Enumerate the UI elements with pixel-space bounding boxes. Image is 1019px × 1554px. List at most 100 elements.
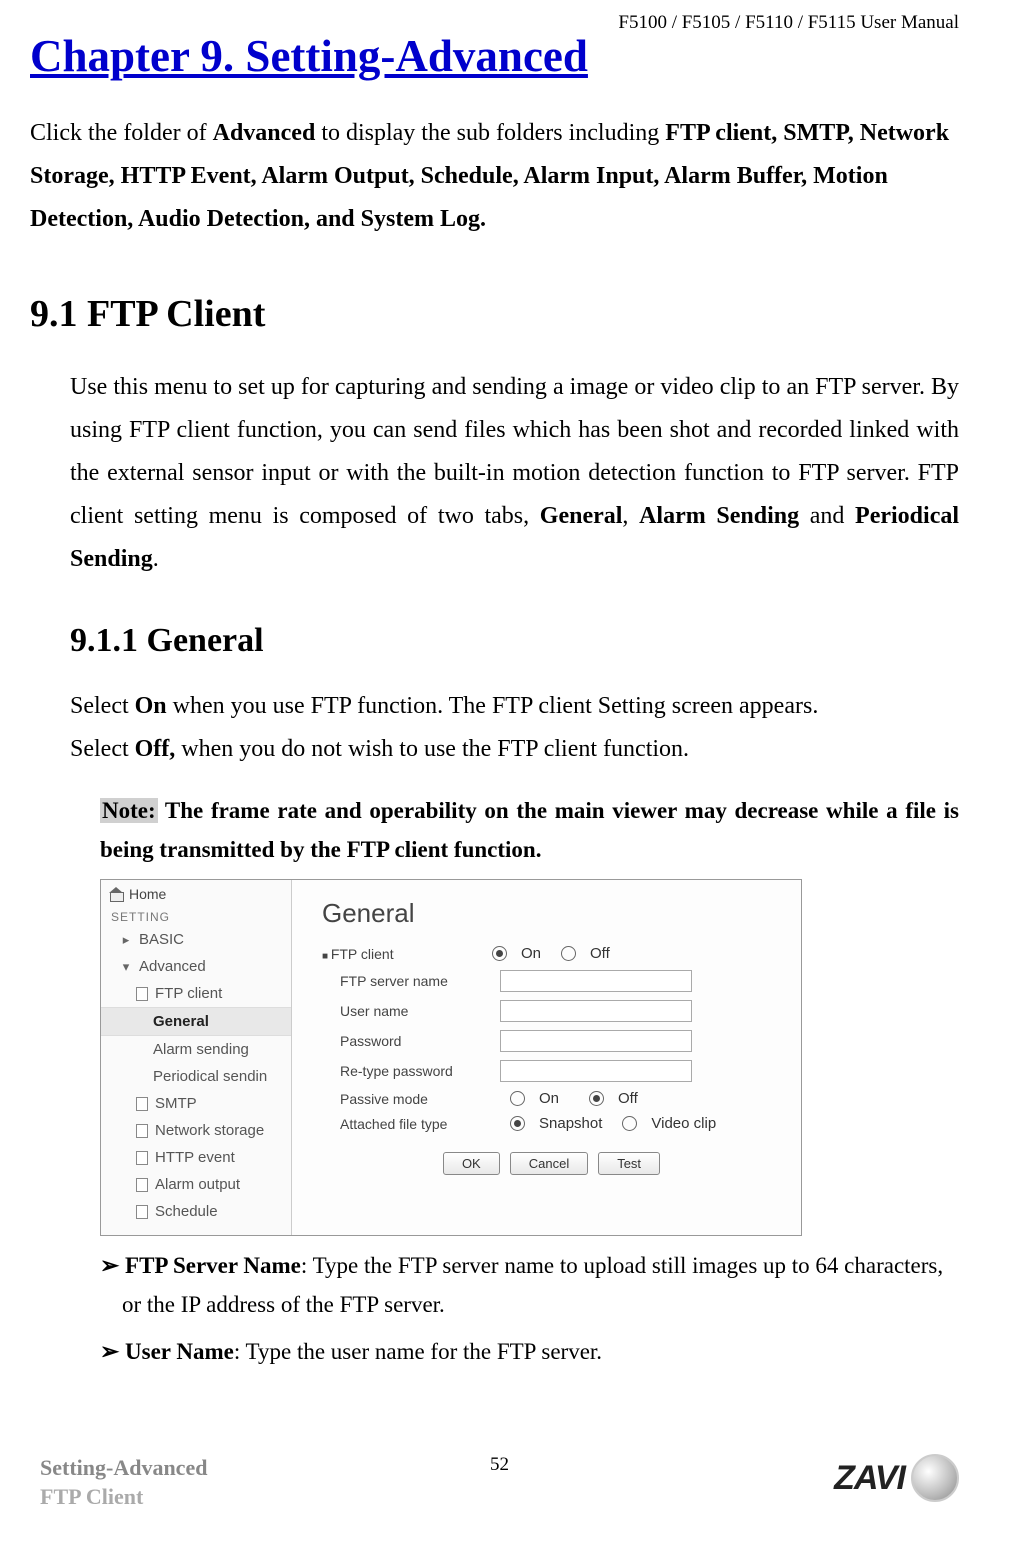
radio-snapshot[interactable]	[510, 1116, 525, 1131]
logo-text: ZAVI	[834, 1459, 905, 1498]
smtp-label: SMTP	[155, 1095, 197, 1112]
expand-icon: ▸	[119, 933, 133, 947]
intro-bold-advanced: Advanced	[213, 120, 316, 146]
radio-passive-off[interactable]	[589, 1091, 604, 1106]
http-event-label: HTTP event	[155, 1149, 235, 1166]
radio-video-clip[interactable]	[622, 1116, 637, 1131]
page-icon	[135, 1178, 149, 1192]
bullet1-label: FTP Server Name	[125, 1253, 301, 1278]
alarm-sending-label: Alarm sending	[153, 1041, 249, 1058]
passive-mode-label: Passive mode	[322, 1091, 490, 1107]
setting-label: SETTING	[101, 908, 291, 926]
subsection-body: Select On when you use FTP function. The…	[70, 685, 959, 771]
server-name-label: FTP server name	[322, 973, 490, 989]
cancel-button[interactable]: Cancel	[510, 1152, 588, 1175]
section-title: 9.1 FTP Client	[30, 292, 959, 336]
row-password: Password	[322, 1030, 781, 1052]
page-icon	[135, 987, 149, 1001]
note-block: Note: The frame rate and operability on …	[100, 791, 959, 869]
ok-button[interactable]: OK	[443, 1152, 500, 1175]
schedule-label: Schedule	[155, 1203, 218, 1220]
button-row: OK Cancel Test	[322, 1152, 781, 1175]
row-passive-mode: Passive mode On Off	[322, 1090, 781, 1107]
radio-off[interactable]	[561, 946, 576, 961]
ss-sidebar: Home SETTING ▸ BASIC ▾ Advanced FTP clie…	[101, 880, 292, 1235]
retype-password-label: Re-type password	[322, 1063, 490, 1079]
bullet-user-name: User Name: Type the user name for the FT…	[100, 1332, 959, 1371]
intro-paragraph: Click the folder of Advanced to display …	[30, 112, 959, 242]
page-number: 52	[490, 1454, 509, 1476]
sidebar-item-general[interactable]: General	[101, 1007, 291, 1036]
section-sep2: and	[799, 503, 855, 529]
password-input[interactable]	[500, 1030, 692, 1052]
radio-passive-off-label: Off	[618, 1090, 638, 1107]
bullet-ftp-server-name: FTP Server Name: Type the FTP server nam…	[100, 1246, 959, 1324]
periodical-label: Periodical sendin	[153, 1068, 267, 1085]
user-name-input[interactable]	[500, 1000, 692, 1022]
section-bold-general: General	[540, 503, 623, 529]
home-label: Home	[129, 886, 166, 902]
sidebar-item-periodical[interactable]: Periodical sendin	[101, 1063, 291, 1090]
test-button[interactable]: Test	[598, 1152, 660, 1175]
advanced-label: Advanced	[139, 958, 206, 975]
header-title: F5100 / F5105 / F5110 / F5115 User Manua…	[618, 12, 959, 34]
radio-off-label: Off	[590, 945, 610, 962]
note-label: Note:	[100, 798, 158, 823]
sidebar-item-http-event[interactable]: HTTP event	[101, 1144, 291, 1171]
server-name-input[interactable]	[500, 970, 692, 992]
line2-pre: Select	[70, 736, 135, 762]
line2-post: when you do not wish to use the FTP clie…	[175, 736, 689, 762]
line1-bold-on: On	[135, 693, 167, 719]
radio-passive-on[interactable]	[510, 1091, 525, 1106]
sidebar-item-advanced[interactable]: ▾ Advanced	[101, 953, 291, 980]
page-icon	[135, 1205, 149, 1219]
row-user-name: User name	[322, 1000, 781, 1022]
page-icon	[135, 1097, 149, 1111]
subsection-title: 9.1.1 General	[70, 622, 959, 660]
sidebar-item-schedule[interactable]: Schedule	[101, 1198, 291, 1225]
section-paragraph: Use this menu to set up for capturing an…	[70, 366, 959, 582]
sidebar-item-basic[interactable]: ▸ BASIC	[101, 926, 291, 953]
footer: Setting-Advanced FTP Client 52 ZAVI	[40, 1454, 959, 1534]
radio-video-clip-label: Video clip	[651, 1115, 716, 1132]
line1-post: when you use FTP function. The FTP clien…	[167, 693, 819, 719]
retype-password-input[interactable]	[500, 1060, 692, 1082]
general-tree-label: General	[153, 1013, 209, 1030]
ss-main-panel: General FTP client On Off FTP server nam…	[292, 880, 801, 1235]
collapse-icon: ▾	[119, 960, 133, 974]
radio-on-label: On	[521, 945, 541, 962]
radio-on[interactable]	[492, 946, 507, 961]
radio-snapshot-label: Snapshot	[539, 1115, 602, 1132]
section-after: .	[153, 546, 159, 572]
network-storage-label: Network storage	[155, 1122, 264, 1139]
sidebar-item-alarm-output[interactable]: Alarm output	[101, 1171, 291, 1198]
sidebar-home[interactable]: Home	[101, 880, 291, 908]
panel-title: General	[322, 898, 781, 929]
section-bold-alarm: Alarm Sending	[639, 503, 799, 529]
line1-pre: Select	[70, 693, 135, 719]
radio-passive-on-label: On	[539, 1090, 559, 1107]
sidebar-item-network-storage[interactable]: Network storage	[101, 1117, 291, 1144]
chapter-title: Chapter 9. Setting-Advanced	[30, 30, 959, 82]
ftp-client-label: FTP client	[322, 946, 472, 962]
ftp-label: FTP client	[155, 985, 222, 1002]
user-name-label: User name	[322, 1003, 490, 1019]
sidebar-item-smtp[interactable]: SMTP	[101, 1090, 291, 1117]
password-label: Password	[322, 1033, 490, 1049]
page-icon	[135, 1124, 149, 1138]
sidebar-item-ftp[interactable]: FTP client	[101, 980, 291, 1007]
intro-text-mid: to display the sub folders including	[315, 120, 665, 146]
zavio-logo: ZAVI	[834, 1454, 959, 1502]
screenshot: Home SETTING ▸ BASIC ▾ Advanced FTP clie…	[100, 879, 802, 1236]
row-attached-file: Attached file type Snapshot Video clip	[322, 1115, 781, 1132]
bullet2-label: User Name	[125, 1339, 234, 1364]
sidebar-item-alarm-sending[interactable]: Alarm sending	[101, 1036, 291, 1063]
line2-bold-off: Off,	[135, 736, 176, 762]
alarm-output-label: Alarm output	[155, 1176, 240, 1193]
row-ftp-client: FTP client On Off	[322, 945, 781, 962]
row-retype-password: Re-type password	[322, 1060, 781, 1082]
footer-line2: FTP Client	[40, 1483, 959, 1512]
attached-file-label: Attached file type	[322, 1116, 490, 1132]
intro-text-pre: Click the folder of	[30, 120, 213, 146]
logo-globe-icon	[911, 1454, 959, 1502]
